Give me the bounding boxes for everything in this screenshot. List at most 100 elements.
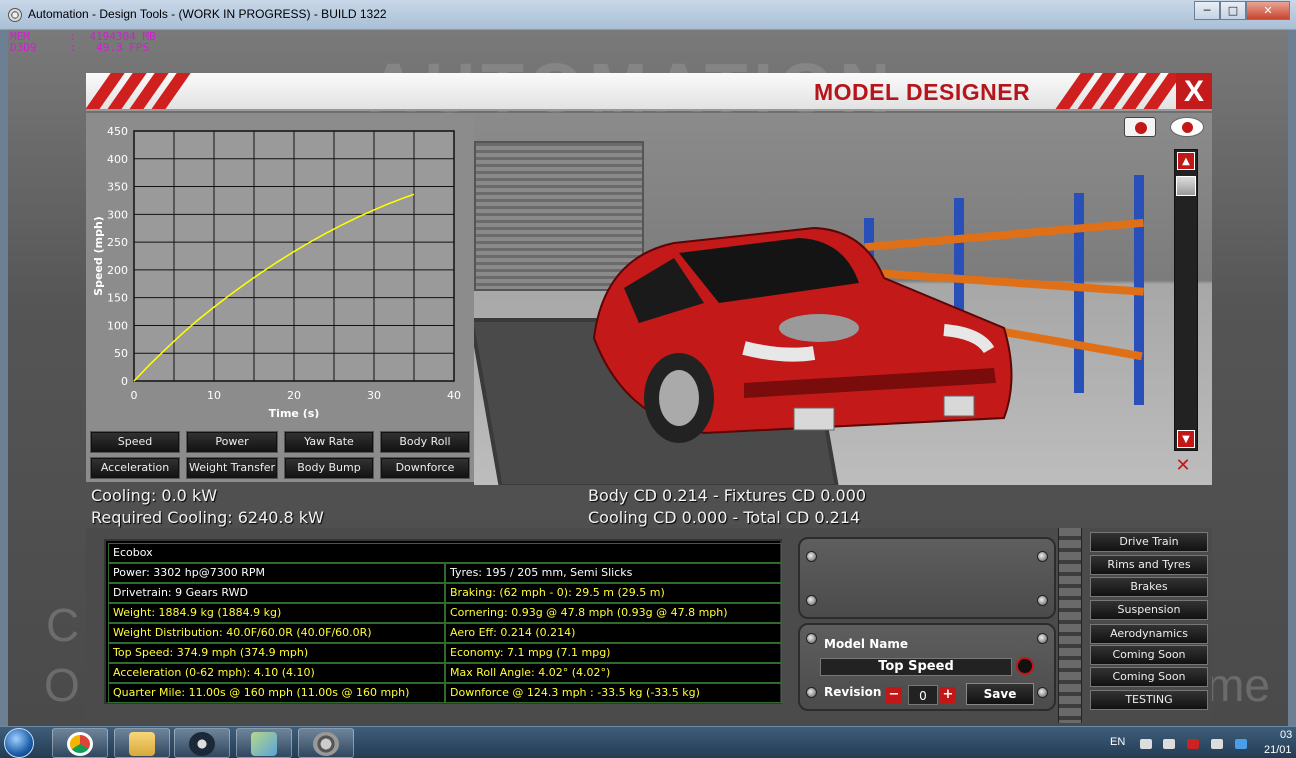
action-center-icon[interactable]	[1211, 739, 1223, 749]
automation-app-icon	[8, 8, 22, 22]
rivet	[806, 687, 817, 698]
decorative-gear-column	[1058, 528, 1082, 723]
window-title: Automation - Design Tools - (WORK IN PRO…	[28, 7, 387, 21]
menu-testing[interactable]: TESTING	[1090, 690, 1208, 710]
window-titlebar: Automation - Design Tools - (WORK IN PRO…	[0, 0, 1296, 30]
graph-tab-weight-transfer[interactable]: Weight Transfer	[186, 457, 278, 479]
car-name: Ecobox	[108, 543, 782, 563]
y-tick-label: 350	[107, 181, 128, 194]
volume-icon[interactable]	[1163, 739, 1175, 749]
automation-icon	[313, 732, 339, 756]
stat-weight: Weight: 1884.9 kg (1884.9 kg)	[108, 603, 445, 623]
graph-tab-body-roll[interactable]: Body Roll	[380, 431, 470, 453]
close-designer-button[interactable]: X	[1176, 73, 1212, 109]
steam-icon	[189, 732, 215, 756]
y-tick-label: 300	[107, 208, 128, 221]
menu-suspension[interactable]: Suspension	[1090, 600, 1208, 620]
graph-tab-downforce[interactable]: Downforce	[380, 457, 470, 479]
stat-power: Power: 3302 hp@7300 RPM	[108, 563, 445, 583]
menu-coming-soon[interactable]: Coming Soon	[1090, 667, 1208, 687]
menu-coming-soon[interactable]: Coming Soon	[1090, 645, 1208, 665]
background-letter: O	[44, 659, 80, 711]
stat-aero-eff: Aero Eff: 0.214 (0.214)	[445, 623, 782, 643]
y-tick-label: 0	[121, 375, 128, 388]
y-tick-label: 400	[107, 153, 128, 166]
zoom-in-arrow-icon[interactable]: ▲	[1177, 152, 1195, 170]
minimize-button[interactable]: ─	[1194, 1, 1220, 20]
rivet	[806, 595, 817, 606]
stat-downforce: Downforce @ 124.3 mph : -33.5 kg (-33.5 …	[445, 683, 782, 703]
save-button[interactable]: Save	[966, 683, 1034, 705]
model-designer-panel: MODEL DESIGNER X 0 50 100 150 200 250 300 350 40…	[86, 73, 1212, 723]
eye-icon[interactable]	[1170, 117, 1204, 137]
required-cooling-text: Required Cooling: 6240.8 kW	[91, 508, 324, 527]
car-3d-viewport[interactable]: ▲ ▼ ✕	[474, 113, 1212, 485]
taskbar-steam[interactable]	[174, 728, 230, 758]
graph-tab-speed[interactable]: Speed	[90, 431, 180, 453]
speed-chart: 0 50 100 150 200 250 300 350 400 450 0 10 20 30 40 Time…	[92, 125, 461, 418]
model-name-input[interactable]: Top Speed	[820, 658, 1012, 676]
car-stats-table: Ecobox Power: 3302 hp@7300 RPM Drivetrai…	[104, 539, 782, 704]
x-tick-label: 20	[287, 389, 301, 402]
graph-tab-body-bump[interactable]: Body Bump	[284, 457, 374, 479]
y-tick-label: 450	[107, 125, 128, 138]
rivet	[1037, 551, 1048, 562]
revision-value: 0	[908, 685, 938, 705]
hide-view-icon[interactable]: ✕	[1166, 455, 1200, 477]
menu-brakes[interactable]: Brakes	[1090, 577, 1208, 597]
menu-drive-train[interactable]: Drive Train	[1090, 532, 1208, 552]
cooling-drag-strip: Cooling: 0.0 kW Required Cooling: 6240.8…	[86, 482, 1212, 528]
taskbar-files[interactable]	[236, 728, 292, 758]
graph-tab-power[interactable]: Power	[186, 431, 278, 453]
y-axis-label: Speed (mph)	[92, 216, 105, 296]
body-cd-text: Body CD 0.214 - Fixtures CD 0.000	[588, 486, 867, 505]
zoom-out-arrow-icon[interactable]: ▼	[1177, 430, 1195, 448]
record-icon[interactable]	[1016, 657, 1034, 675]
cooling-text: Cooling: 0.0 kW	[91, 486, 218, 505]
start-button[interactable]	[0, 727, 42, 758]
x-axis-label: Time (s)	[269, 407, 320, 418]
libraries-icon	[251, 732, 277, 756]
revision-decrement-button[interactable]: −	[886, 687, 902, 703]
model-name-plate: Model Name Top Speed Revision − 0 + Save	[798, 623, 1056, 711]
language-indicator[interactable]: EN	[1110, 736, 1125, 748]
zoom-slider-handle[interactable]	[1176, 176, 1196, 196]
y-tick-label: 200	[107, 264, 128, 277]
bottom-panel: Ecobox Power: 3302 hp@7300 RPM Drivetrai…	[86, 528, 1212, 723]
revision-label: Revision	[824, 685, 882, 699]
model-plate: Model Name Top Speed Revision − 0 + Save	[798, 537, 1056, 711]
camera-lens	[1135, 122, 1147, 134]
taskbar-explorer[interactable]	[114, 728, 170, 758]
background-letter: C	[46, 599, 80, 651]
clock-time[interactable]: 03	[1280, 729, 1292, 741]
debug-fps: D3D9 : 49.3 FPS	[10, 41, 150, 54]
stat-drivetrain: Drivetrain: 9 Gears RWD	[108, 583, 445, 603]
designer-banner: MODEL DESIGNER X	[86, 73, 1212, 111]
tray-up-arrow-icon[interactable]	[1140, 739, 1152, 749]
rivet	[1037, 633, 1048, 644]
clock-date[interactable]: 21/01	[1264, 744, 1292, 756]
stat-braking: Braking: (62 mph - 0): 29.5 m (29.5 m)	[445, 583, 782, 603]
graph-tab-yaw-rate[interactable]: Yaw Rate	[284, 431, 374, 453]
maximize-button[interactable]: □	[1220, 1, 1246, 20]
stat-max-roll-angle: Max Roll Angle: 4.02° (4.02°)	[445, 663, 782, 683]
menu-aerodynamics[interactable]: Aerodynamics	[1090, 624, 1208, 644]
model-name-label: Model Name	[824, 637, 908, 651]
graph-panel: 0 50 100 150 200 250 300 350 400 450 0 10 20 30 40 Time…	[86, 113, 474, 482]
menu-rims-and-tyres[interactable]: Rims and Tyres	[1090, 555, 1208, 575]
taskbar-chrome[interactable]	[52, 728, 108, 758]
zoom-slider[interactable]: ▲ ▼	[1174, 149, 1198, 451]
rivet	[806, 551, 817, 562]
folder-icon	[129, 732, 155, 756]
network-icon[interactable]	[1187, 739, 1199, 749]
y-tick-label: 100	[107, 319, 128, 332]
close-window-button[interactable]: ✕	[1246, 1, 1290, 20]
revision-increment-button[interactable]: +	[940, 687, 956, 703]
tray-app-icon[interactable]	[1235, 739, 1247, 749]
taskbar-automation[interactable]	[298, 728, 354, 758]
graph-tab-acceleration[interactable]: Acceleration	[90, 457, 180, 479]
camera-icon[interactable]	[1124, 117, 1156, 137]
shelf-post	[1074, 193, 1084, 393]
game-client-area: AUTOMATION C O me MEM : 4194304 MBD3D9 :…	[8, 30, 1288, 726]
y-tick-label: 150	[107, 292, 128, 305]
